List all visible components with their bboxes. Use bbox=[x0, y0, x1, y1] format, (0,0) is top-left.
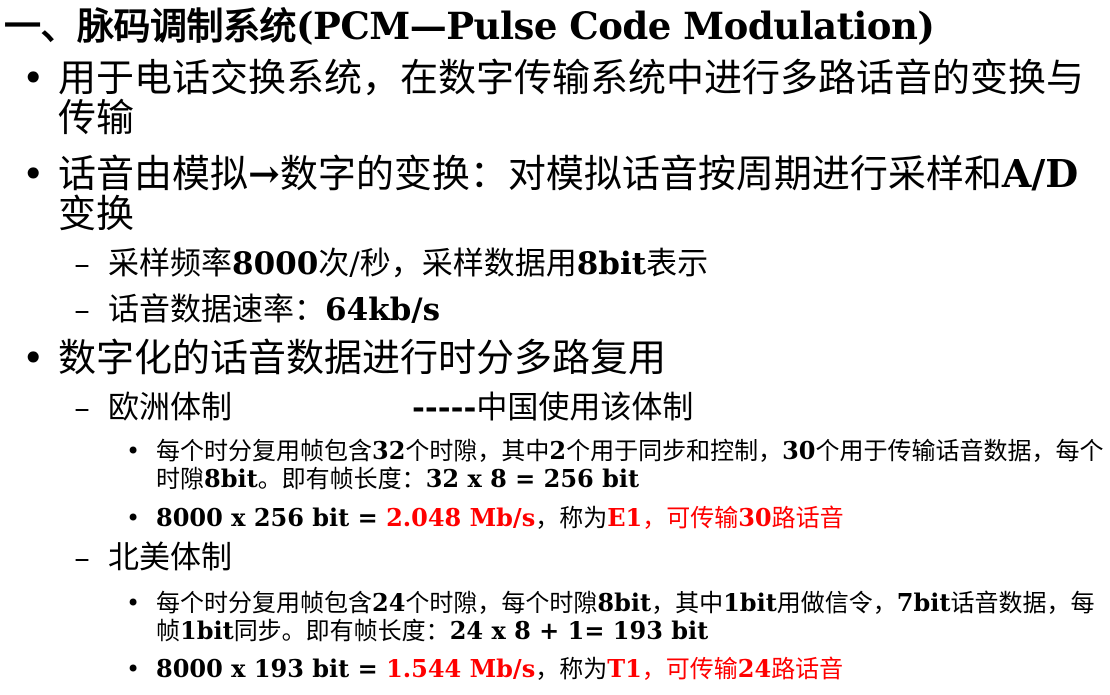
dash-icon: – bbox=[74, 540, 90, 576]
bullet-icon: • bbox=[22, 56, 45, 100]
sub-bullet-north-america: – 北美体制 bbox=[72, 540, 1102, 576]
bullet-icon: • bbox=[22, 336, 45, 380]
bullet-text: 数字化的话音数据进行时分多路复用 bbox=[58, 336, 667, 380]
sub-bullet-sampling-rate: – 采样频率8000次/秒，采样数据用8bit表示 bbox=[72, 246, 1102, 282]
na-frame-detail: • 每个时分复用帧包含24个时隙，每个时隙8bit，其中1bit用做信令，7bi… bbox=[126, 588, 1095, 646]
dash-icon: – bbox=[74, 292, 90, 328]
bullet-text: 用于电话交换系统，在数字传输系统中进行多路话音的变换与传输 bbox=[58, 56, 1085, 140]
slide: 一、脉码调制系统(PCM—Pulse Code Modulation) • 用于… bbox=[0, 0, 1110, 695]
na-t1-rate: • 8000 x 193 bit = 1.544 Mb/s，称为T1，可传输24… bbox=[126, 654, 844, 684]
bullet-icon: • bbox=[126, 655, 141, 683]
bullet-icon: • bbox=[22, 152, 45, 196]
europe-e1-rate: • 8000 x 256 bit = 2.048 Mb/s，称为E1，可传输30… bbox=[126, 503, 844, 533]
arrow-right-icon: → bbox=[248, 151, 280, 196]
sub-bullet-europe: – 欧洲体制 -----中国使用该体制 bbox=[72, 390, 1102, 426]
sub-bullet-data-rate: – 话音数据速率：64kb/s bbox=[72, 292, 1102, 328]
bullet-text: 话音由模拟→数字的变换：对模拟话音按周期进行采样和A/D变换 bbox=[58, 151, 1079, 236]
bullet-tdm: • 数字化的话音数据进行时分多路复用 bbox=[22, 338, 1102, 378]
bullet-analog-digital: • 话音由模拟→数字的变换：对模拟话音按周期进行采样和A/D变换 bbox=[22, 151, 1102, 236]
dash-icon: – bbox=[74, 390, 90, 426]
bullet-telephone-switching: • 用于电话交换系统，在数字传输系统中进行多路话音的变换与传输 bbox=[22, 58, 1102, 138]
dash-icon: – bbox=[74, 246, 90, 282]
slide-title: 一、脉码调制系统(PCM—Pulse Code Modulation) bbox=[4, 4, 935, 48]
bullet-icon: • bbox=[126, 437, 141, 465]
europe-frame-detail: • 每个时分复用帧包含32个时隙，其中2个用于同步和控制，30个用于传输话音数据… bbox=[126, 436, 1104, 494]
bullet-icon: • bbox=[126, 589, 141, 617]
bullet-icon: • bbox=[126, 504, 141, 532]
